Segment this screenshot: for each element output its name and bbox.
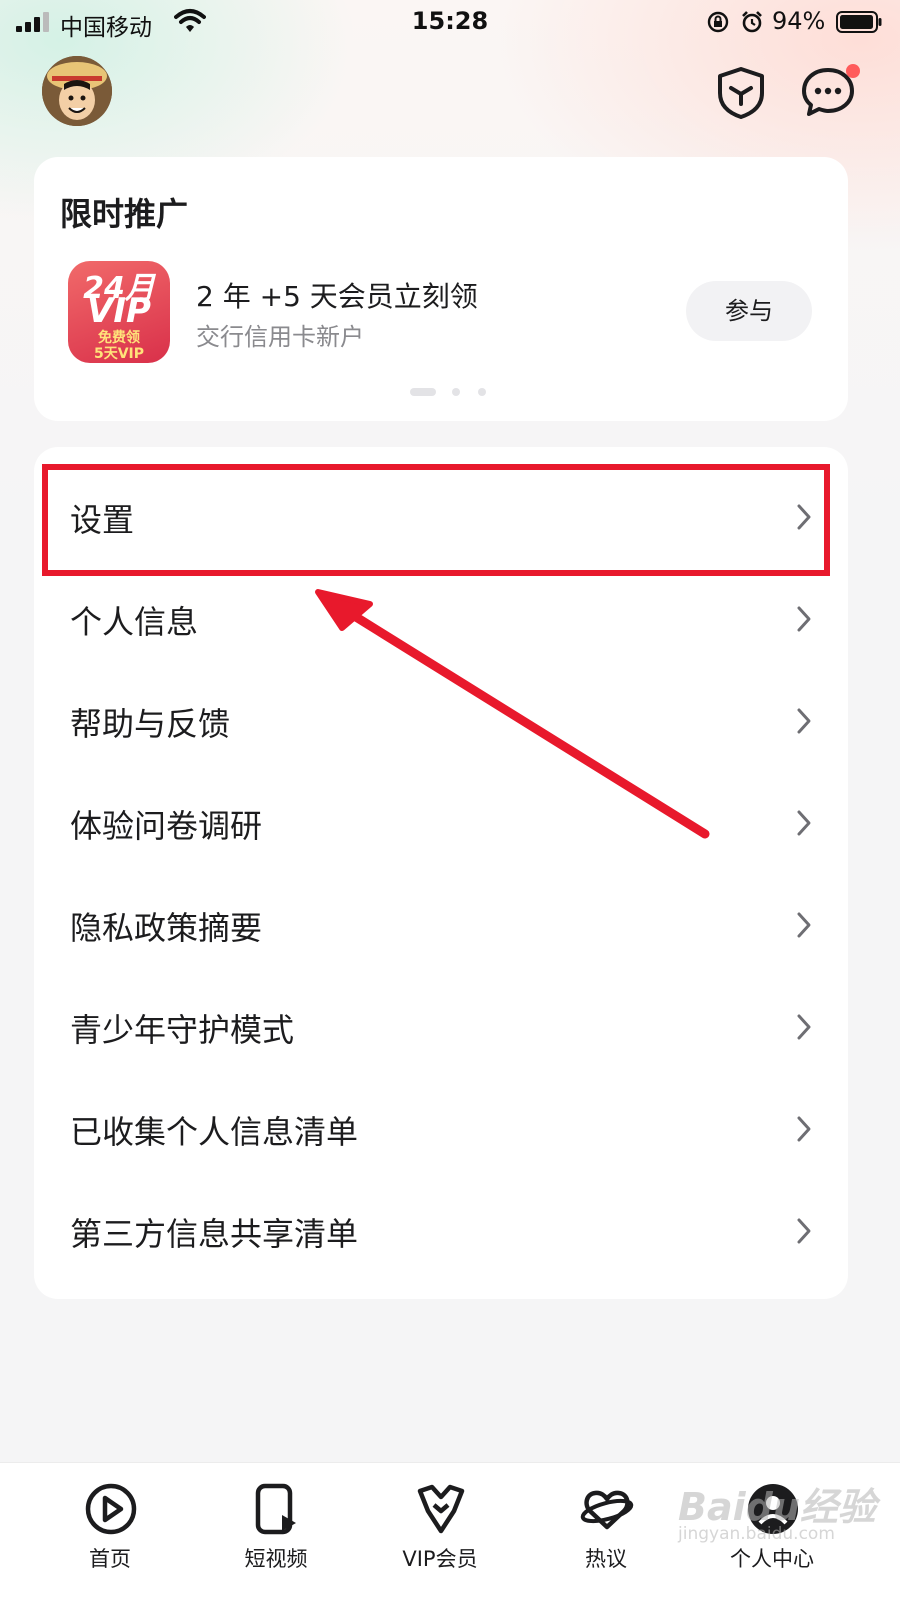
menu-item-collected-info[interactable]: 已收集个人信息清单 bbox=[34, 1077, 848, 1179]
chevron-right-icon bbox=[797, 810, 811, 836]
menu-item-label: 体验问卷调研 bbox=[70, 807, 263, 845]
watermark-logo: Baidu经验 bbox=[678, 1485, 876, 1529]
shield-icon[interactable] bbox=[716, 66, 766, 120]
menu-item-privacy-summary[interactable]: 隐私政策摘要 bbox=[34, 873, 848, 975]
promo-headline[interactable]: 2 年 +5 天会员立刻领 bbox=[196, 275, 478, 315]
chevron-right-icon bbox=[797, 912, 811, 938]
menu-item-youth-mode[interactable]: 青少年守护模式 bbox=[34, 975, 848, 1077]
chevron-right-icon bbox=[797, 504, 811, 530]
vip-icon bbox=[417, 1484, 465, 1534]
tab-home[interactable]: 首页 bbox=[40, 1463, 180, 1601]
promo-icon-text: VIP bbox=[87, 291, 151, 331]
menu-item-third-party-sharing[interactable]: 第三方信息共享清单 bbox=[34, 1179, 848, 1281]
menu-item-label: 青少年守护模式 bbox=[70, 1011, 295, 1049]
status-bar: 中国移动 15:28 94% bbox=[0, 0, 900, 44]
rotation-lock-icon bbox=[707, 11, 729, 33]
menu-item-help-feedback[interactable]: 帮助与反馈 bbox=[34, 669, 848, 771]
tab-label: 首页 bbox=[89, 1547, 131, 1571]
battery-icon bbox=[836, 11, 882, 33]
menu-item-label: 第三方信息共享清单 bbox=[70, 1215, 359, 1253]
short-video-icon bbox=[255, 1483, 296, 1535]
menu-item-label: 已收集个人信息清单 bbox=[70, 1113, 359, 1151]
avatar-image bbox=[42, 56, 112, 126]
tab-label: VIP会员 bbox=[402, 1547, 478, 1571]
alarm-icon bbox=[742, 11, 762, 33]
tab-label: 短视频 bbox=[244, 1547, 308, 1571]
menu-item-label: 帮助与反馈 bbox=[70, 705, 231, 743]
menu-item-settings[interactable]: 设置 bbox=[34, 465, 848, 567]
join-button[interactable]: 参与 bbox=[686, 281, 812, 341]
avatar[interactable] bbox=[42, 56, 112, 126]
menu-item-personal-info[interactable]: 个人信息 bbox=[34, 567, 848, 669]
watermark-url: jingyan.baidu.com bbox=[678, 1524, 835, 1544]
chevron-right-icon bbox=[797, 606, 811, 632]
tab-vip[interactable]: VIP会员 bbox=[370, 1463, 510, 1601]
planet-icon bbox=[580, 1490, 634, 1530]
chevron-right-icon bbox=[797, 1116, 811, 1142]
menu-item-label: 设置 bbox=[70, 501, 135, 539]
status-time: 15:28 bbox=[411, 7, 489, 35]
promo-subtitle: 交行信用卡新户 bbox=[196, 323, 364, 351]
menu-item-label: 个人信息 bbox=[70, 603, 199, 641]
menu-item-survey[interactable]: 体验问卷调研 bbox=[34, 771, 848, 873]
battery-percent: 94% bbox=[772, 7, 826, 35]
promo-title: 限时推广 bbox=[60, 195, 189, 233]
play-icon bbox=[85, 1483, 137, 1535]
pager-dot bbox=[452, 388, 460, 396]
chevron-right-icon bbox=[797, 1014, 811, 1040]
notification-dot bbox=[846, 64, 860, 78]
tab-label: 个人中心 bbox=[730, 1547, 814, 1571]
chevron-right-icon bbox=[797, 708, 811, 734]
menu-card: 设置 个人信息 帮助与反馈 体验问卷调研 隐私政策摘要 青少年守护模式 已收集个… bbox=[34, 447, 848, 1299]
promo-card: 限时推广 24月 VIP 免费领 5天VIP 2 年 +5 天会员立刻领 交行信… bbox=[34, 157, 848, 421]
tab-label: 热议 bbox=[585, 1547, 627, 1571]
pager-dot-active bbox=[410, 388, 436, 396]
chevron-right-icon bbox=[797, 1218, 811, 1244]
vip-promo-icon[interactable]: 24月 VIP 免费领 5天VIP bbox=[68, 261, 170, 363]
tab-short-video[interactable]: 短视频 bbox=[206, 1463, 346, 1601]
tab-hot-topics[interactable]: 热议 bbox=[536, 1463, 676, 1601]
pager-dot bbox=[478, 388, 486, 396]
promo-icon-text: 5天VIP bbox=[93, 346, 145, 362]
menu-item-label: 隐私政策摘要 bbox=[70, 909, 263, 947]
